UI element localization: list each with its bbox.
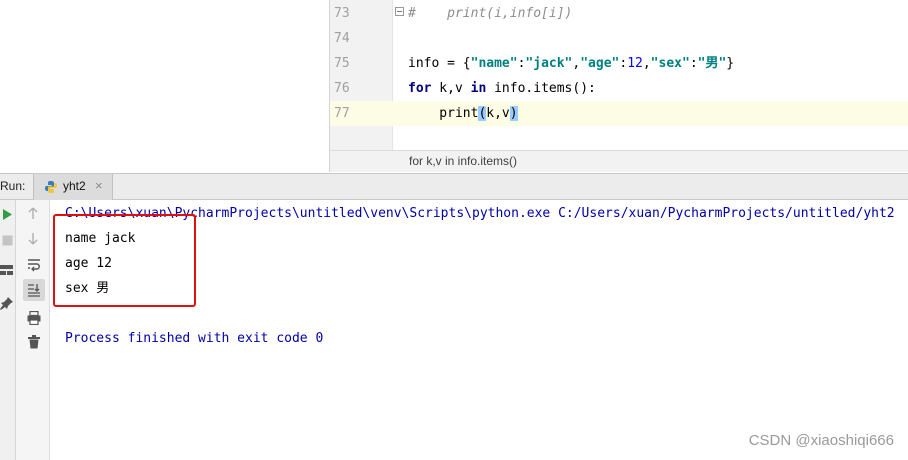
line-number: 74 [334, 31, 350, 46]
scroll-to-end-icon [28, 284, 40, 297]
code-string: "name" [470, 56, 518, 71]
code-string: "age" [580, 56, 620, 71]
layout-icon[interactable] [0, 265, 14, 276]
code-line-73[interactable]: # print(i,info[i]) [408, 1, 572, 26]
console-exit-message: Process finished with exit code 0 [65, 331, 324, 346]
fold-toggle-icon[interactable] [395, 7, 404, 16]
code-number: 12 [627, 56, 643, 71]
code-line-76[interactable]: for k,v in info.items(): [408, 76, 596, 101]
code-comment: # print(i,info[i]) [408, 6, 573, 21]
code-token: print [408, 106, 479, 121]
code-string: "男" [697, 56, 727, 71]
line-number: 76 [334, 81, 350, 96]
scroll-to-end-button[interactable] [23, 279, 45, 301]
code-token: } [726, 56, 735, 71]
down-arrow-icon[interactable] [28, 232, 38, 245]
highlight-box [53, 214, 196, 307]
run-label: Run: [0, 179, 26, 193]
up-arrow-icon[interactable] [28, 207, 38, 220]
code-token: , [642, 56, 651, 71]
run-toolbar-primary [0, 200, 16, 460]
print-icon[interactable] [27, 311, 41, 325]
pin-icon[interactable] [0, 296, 14, 310]
breadcrumb-bar: for k,v in info.items() [330, 150, 908, 172]
code-keyword: for [408, 81, 432, 96]
run-toolbar-secondary [16, 200, 50, 460]
breadcrumb[interactable]: for k,v in info.items() [409, 154, 517, 168]
soft-wrap-icon[interactable] [27, 258, 41, 272]
close-icon[interactable]: × [95, 178, 103, 193]
code-token: : [689, 56, 698, 71]
line-number: 75 [334, 56, 350, 71]
code-string: "sex" [650, 56, 690, 71]
code-token: info.items(): [486, 81, 596, 96]
code-token: : [619, 56, 628, 71]
code-line-75[interactable]: info = {"name":"jack","age":12,"sex":"男"… [408, 51, 734, 76]
python-file-icon [45, 181, 57, 193]
code-string: "jack" [525, 56, 573, 71]
watermark: CSDN @xiaoshiqi666 [748, 432, 894, 449]
code-token: k,v [486, 106, 510, 121]
code-token: info = { [408, 56, 471, 71]
run-tab-yht2[interactable]: yht2 × [33, 174, 113, 200]
tab-label: yht2 [63, 179, 86, 193]
left-blank-area [0, 0, 329, 172]
matched-paren: ) [509, 106, 518, 121]
line-number: 73 [334, 6, 350, 21]
code-token: k,v [431, 81, 471, 96]
stop-icon[interactable] [2, 235, 13, 246]
run-panel-header: Run: yht2 × [0, 173, 908, 200]
code-line-77[interactable]: print(k,v) [408, 101, 518, 126]
line-number: 77 [334, 106, 350, 121]
rerun-icon[interactable] [2, 208, 13, 221]
trash-icon[interactable] [28, 335, 40, 349]
code-keyword: in [470, 81, 487, 96]
